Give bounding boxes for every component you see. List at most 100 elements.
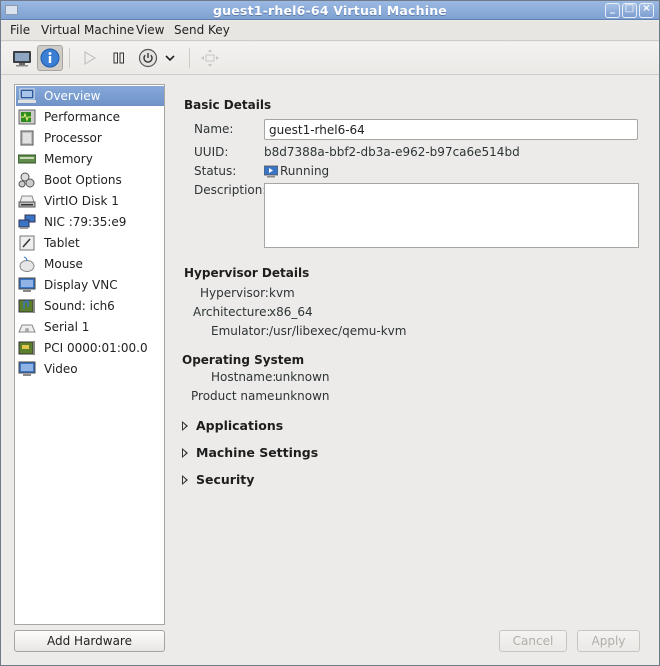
applications-expander[interactable]: Applications bbox=[182, 418, 302, 436]
memory-icon bbox=[18, 154, 36, 164]
window-title: guest1-rhel6-64 Virtual Machine bbox=[213, 3, 447, 18]
toolbar bbox=[1, 42, 659, 75]
hw-item-performance[interactable]: Performance bbox=[16, 107, 164, 127]
chevron-down-icon bbox=[165, 55, 175, 62]
minimize-button[interactable]: _ bbox=[605, 3, 620, 18]
hw-item-label: PCI 0000:01:00.0 bbox=[44, 341, 148, 355]
menu-send-key[interactable]: Send Key bbox=[174, 23, 230, 37]
hw-item-pci[interactable]: PCI 0000:01:00.0 bbox=[16, 338, 164, 358]
expander-arrow-icon bbox=[182, 421, 188, 431]
hw-item-processor[interactable]: Processor bbox=[16, 128, 164, 148]
gears-icon bbox=[18, 172, 35, 188]
close-icon: × bbox=[642, 3, 651, 14]
maximize-button[interactable]: □ bbox=[622, 3, 637, 18]
hw-item-label: Mouse bbox=[44, 257, 83, 271]
security-expander[interactable]: Security bbox=[182, 472, 282, 490]
menu-bar: File Virtual Machine View Send Key bbox=[1, 21, 659, 41]
hypervisor-value: kvm bbox=[269, 286, 295, 300]
basic-details-heading: Basic Details bbox=[184, 98, 272, 112]
hw-item-label: Boot Options bbox=[44, 173, 122, 187]
hw-item-sound[interactable]: Sound: ich6 bbox=[16, 296, 164, 316]
hw-item-memory[interactable]: Memory bbox=[16, 149, 164, 169]
expander-arrow-icon bbox=[182, 448, 188, 458]
pause-icon bbox=[113, 52, 124, 64]
hw-item-label: Video bbox=[44, 362, 78, 376]
power-icon bbox=[138, 48, 158, 68]
pci-card-icon bbox=[18, 341, 35, 355]
title-bar: guest1-rhel6-64 Virtual Machine _ □ × bbox=[1, 1, 659, 20]
apply-button[interactable]: Apply bbox=[577, 630, 640, 652]
hw-item-mouse[interactable]: Mouse bbox=[16, 254, 164, 274]
vm-details-window: guest1-rhel6-64 Virtual Machine _ □ × Fi… bbox=[0, 0, 660, 666]
menu-file[interactable]: File bbox=[10, 23, 30, 37]
hw-item-label: VirtIO Disk 1 bbox=[44, 194, 119, 208]
hw-item-label: Memory bbox=[44, 152, 93, 166]
fullscreen-button[interactable] bbox=[197, 45, 223, 71]
description-input[interactable] bbox=[264, 183, 639, 248]
status-value: Running bbox=[280, 164, 330, 178]
uuid-label: UUID: bbox=[194, 145, 229, 159]
shutdown-menu-button[interactable] bbox=[161, 45, 179, 71]
hw-item-overview[interactable]: Overview bbox=[16, 86, 164, 106]
hw-item-label: Tablet bbox=[44, 236, 80, 250]
move-icon bbox=[201, 49, 219, 67]
hypervisor-label: Hypervisor: bbox=[200, 286, 269, 300]
architecture-label: Architecture: bbox=[193, 305, 271, 319]
name-label: Name: bbox=[194, 122, 234, 136]
toolbar-separator bbox=[189, 48, 190, 68]
monitor-icon bbox=[18, 88, 36, 103]
hw-item-tablet[interactable]: Tablet bbox=[16, 233, 164, 253]
expander-arrow-icon bbox=[182, 475, 188, 485]
cancel-button[interactable]: Cancel bbox=[499, 630, 567, 652]
add-hardware-button[interactable]: Add Hardware bbox=[14, 630, 165, 652]
tablet-icon bbox=[19, 235, 35, 251]
product-name-label: Product name: bbox=[191, 389, 279, 403]
machine-settings-expander[interactable]: Machine Settings bbox=[182, 445, 322, 463]
performance-icon bbox=[18, 109, 36, 125]
hw-item-label: NIC :79:35:e9 bbox=[44, 215, 127, 229]
maximize-icon: □ bbox=[624, 3, 635, 14]
hostname-value: unknown bbox=[275, 370, 330, 384]
uuid-value: b8d7388a-bbf2-db3a-e962-b97ca6e514bd bbox=[264, 145, 520, 159]
hw-item-label: Sound: ich6 bbox=[44, 299, 115, 313]
menu-view[interactable]: View bbox=[136, 23, 164, 37]
network-icon bbox=[18, 214, 36, 229]
minimize-icon: _ bbox=[610, 3, 615, 14]
sound-card-icon bbox=[18, 299, 35, 313]
status-label: Status: bbox=[194, 164, 237, 178]
hw-item-label: Serial 1 bbox=[44, 320, 90, 334]
console-button[interactable] bbox=[9, 45, 35, 71]
toolbar-separator bbox=[69, 48, 70, 68]
run-button[interactable] bbox=[77, 45, 103, 71]
details-button[interactable] bbox=[37, 45, 63, 71]
running-status-icon bbox=[264, 165, 278, 178]
info-icon bbox=[40, 48, 60, 68]
close-button[interactable]: × bbox=[639, 3, 654, 18]
hw-item-video[interactable]: Video bbox=[16, 359, 164, 379]
hw-item-boot-options[interactable]: Boot Options bbox=[16, 170, 164, 190]
menu-virtual-machine[interactable]: Virtual Machine bbox=[41, 23, 134, 37]
hypervisor-details-heading: Hypervisor Details bbox=[184, 266, 310, 280]
hw-item-display-vnc[interactable]: Display VNC bbox=[16, 275, 164, 295]
cpu-icon bbox=[20, 130, 34, 146]
emulator-value: /usr/libexec/qemu-kvm bbox=[269, 324, 407, 338]
pause-button[interactable] bbox=[106, 45, 132, 71]
hw-item-serial[interactable]: Serial 1 bbox=[16, 317, 164, 337]
display-icon bbox=[18, 277, 36, 292]
hw-item-virtio-disk[interactable]: VirtIO Disk 1 bbox=[16, 191, 164, 211]
hardware-list[interactable]: Overview Performance Processor Memory Bo… bbox=[14, 84, 165, 625]
name-input[interactable] bbox=[264, 119, 638, 140]
monitor-icon bbox=[13, 51, 31, 67]
description-label: Description: bbox=[194, 183, 267, 197]
shutdown-button[interactable] bbox=[135, 45, 161, 71]
architecture-value: x86_64 bbox=[269, 305, 313, 319]
mouse-icon bbox=[19, 256, 35, 272]
disk-icon bbox=[18, 195, 36, 208]
hw-item-label: Display VNC bbox=[44, 278, 118, 292]
hostname-label: Hostname: bbox=[211, 370, 277, 384]
hw-item-label: Overview bbox=[44, 89, 101, 103]
hw-item-nic[interactable]: NIC :79:35:e9 bbox=[16, 212, 164, 232]
play-icon bbox=[84, 50, 97, 66]
expander-label: Applications bbox=[196, 418, 284, 433]
hw-item-label: Performance bbox=[44, 110, 121, 124]
